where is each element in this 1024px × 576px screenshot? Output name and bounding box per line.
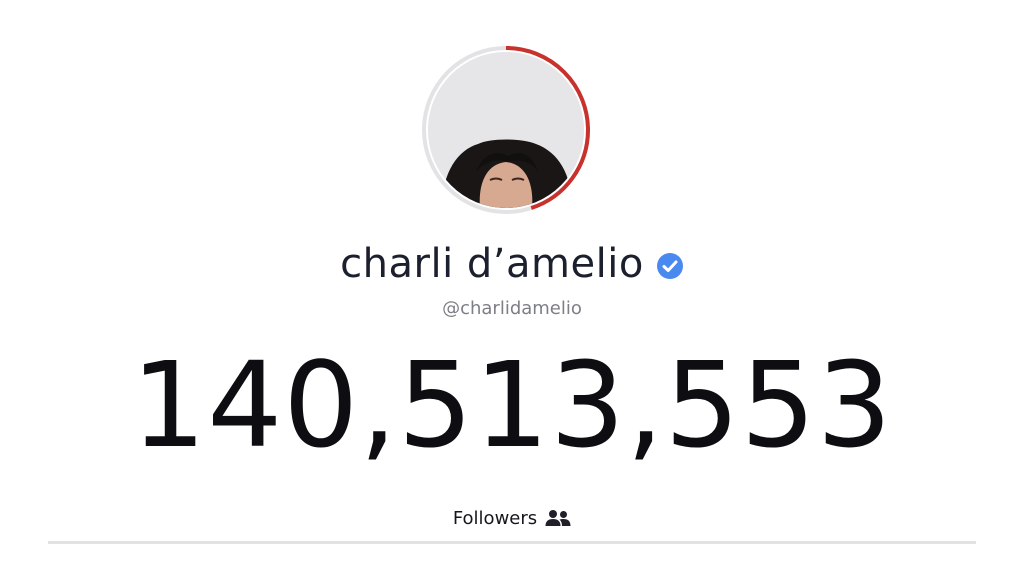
followers-label-row: Followers: [0, 504, 1024, 532]
display-name: charli d’amelio: [340, 241, 644, 287]
followers-label: Followers: [452, 507, 538, 529]
verified-check-icon: [656, 253, 683, 279]
follower-counter-page: charli d’amelio @charlidamelio 140,513,5…: [0, 0, 1024, 576]
username-handle: @charlidamelio: [442, 298, 582, 319]
profile-photo: [428, 52, 584, 208]
follower-count: 140,513,553: [131, 336, 893, 474]
divider: [48, 541, 976, 544]
people-icon: [545, 510, 571, 526]
name-row: charli d’amelio: [0, 236, 1024, 292]
avatar: [420, 44, 592, 216]
